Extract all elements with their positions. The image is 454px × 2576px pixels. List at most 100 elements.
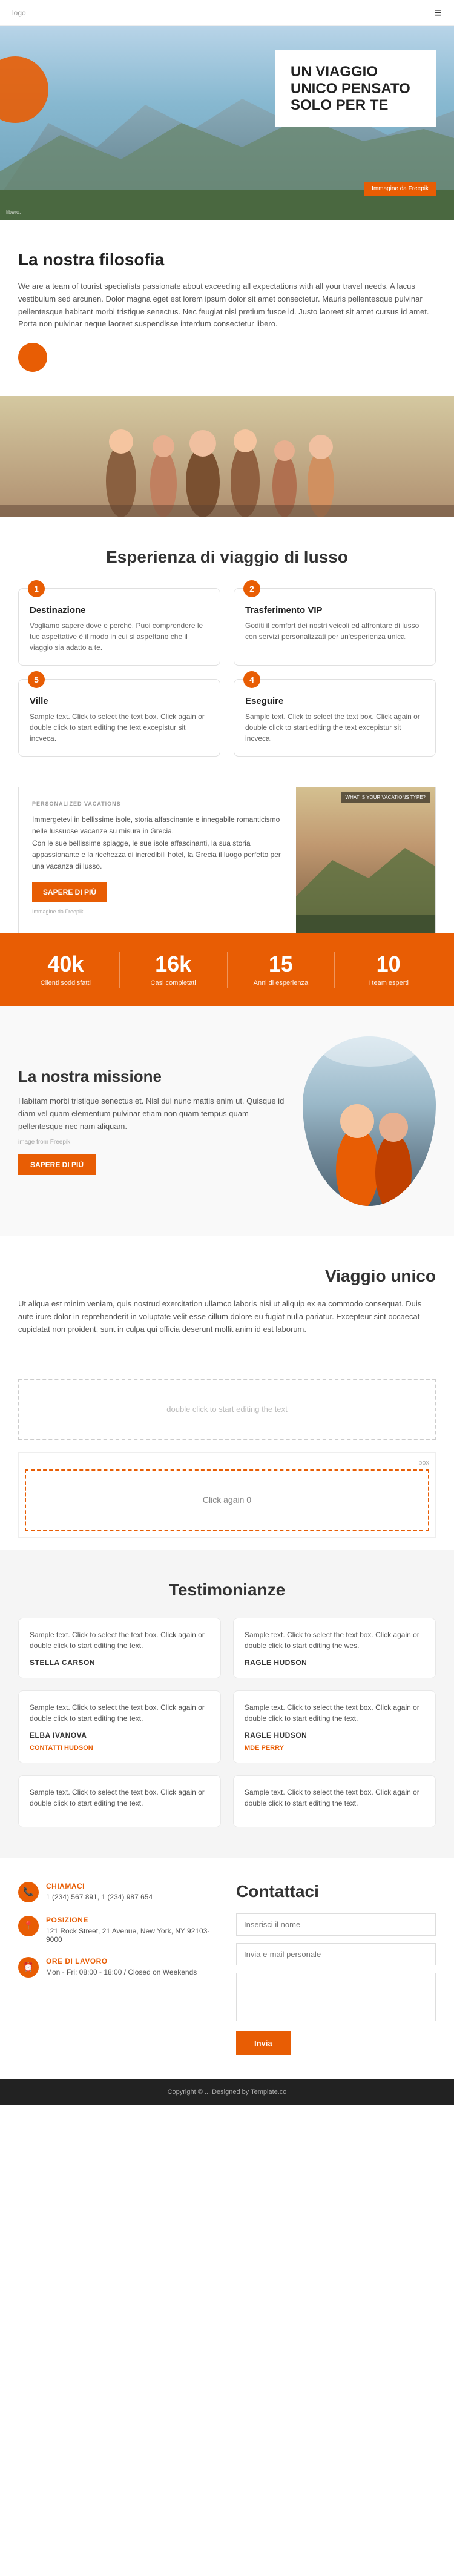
filosofia-btn-circle[interactable] bbox=[18, 343, 47, 372]
group-photo-section bbox=[0, 396, 454, 517]
pv-left-label: PERSONALIZED VACATIONS bbox=[32, 801, 283, 807]
section-mission: La nostra missione Habitam morbi tristiq… bbox=[0, 1006, 454, 1236]
contact-right: Contattaci Invia bbox=[236, 1882, 436, 2055]
contact-email-input[interactable] bbox=[236, 1943, 436, 1965]
phone-icon: 📞 bbox=[18, 1882, 39, 1902]
esperienze-heading: Esperienza di viaggio di lusso bbox=[18, 548, 436, 567]
stat-16k: 16k Casi completati bbox=[120, 952, 228, 988]
stat-40k: 40k Clienti soddisfatti bbox=[12, 952, 120, 988]
click-box-label: box bbox=[25, 1459, 429, 1466]
header: logo ≡ bbox=[0, 0, 454, 26]
contact-submit-btn[interactable]: Invia bbox=[236, 2031, 291, 2055]
card-body-1: Vogliamo sapere dove e perché. Puoi comp… bbox=[30, 620, 209, 653]
contact-location-value: 121 Rock Street, 21 Avenue, New York, NY… bbox=[46, 1927, 218, 1944]
testi-text-4: Sample text. Click to select the text bo… bbox=[30, 1787, 209, 1809]
testi-text-2: Sample text. Click to select the text bo… bbox=[30, 1702, 209, 1724]
contact-item-hours: ⏰ ORE DI LAVORO Mon - Fri: 08:00 - 18:00… bbox=[18, 1957, 218, 1978]
card-title-2: Trasferimento VIP bbox=[245, 605, 424, 615]
testi-name-2: ELBA IVANOVA bbox=[30, 1731, 209, 1740]
testi-card-0: Sample text. Click to select the text bo… bbox=[18, 1618, 221, 1678]
testi-text-1: Sample text. Click to select the text bo… bbox=[245, 1629, 424, 1651]
contact-hours-info: ORE DI LAVORO Mon - Fri: 08:00 - 18:00 /… bbox=[46, 1957, 197, 1976]
pv-right-overlay-label: WHAT IS YOUR VACATIONS TYPE? bbox=[341, 792, 430, 803]
card-destinazione: 1 Destinazione Vogliamo sapere dove e pe… bbox=[18, 588, 220, 666]
filosofia-heading: La nostra filosofia bbox=[18, 250, 436, 270]
section-contact: 📞 CHIAMACI 1 (234) 567 891, 1 (234) 987 … bbox=[0, 1858, 454, 2079]
hours-icon: ⏰ bbox=[18, 1957, 39, 1978]
stat-label-10: I team esperti bbox=[368, 979, 409, 987]
pv-btn[interactable]: SAPERE DI PIÙ bbox=[32, 882, 107, 902]
stat-number-40k: 40k bbox=[18, 952, 113, 977]
contact-form: Invia bbox=[236, 1913, 436, 2055]
stat-number-15: 15 bbox=[234, 952, 329, 977]
hero-section: UN VIAGGIO UNICO PENSATO SOLO PER TE Imm… bbox=[0, 26, 454, 220]
contact-item-phone: 📞 CHIAMACI 1 (234) 567 891, 1 (234) 987 … bbox=[18, 1882, 218, 1902]
section-viaggio: Viaggio unico Ut aliqua est minim veniam… bbox=[0, 1236, 454, 1366]
contact-location-label: POSIZIONE bbox=[46, 1916, 218, 1924]
section-testimonianze: Testimonianze Sample text. Click to sele… bbox=[0, 1550, 454, 1858]
mission-right-image bbox=[303, 1036, 436, 1206]
card-title-1: Destinazione bbox=[30, 605, 209, 615]
testi-name-1: RAGLE HUDSON bbox=[245, 1658, 424, 1667]
contact-name-input[interactable] bbox=[236, 1913, 436, 1936]
menu-icon[interactable]: ≡ bbox=[434, 5, 442, 21]
stat-15: 15 Anni di esperienza bbox=[228, 952, 335, 988]
footer-text: Copyright © ... Designed by Template.co bbox=[168, 2088, 287, 2096]
mission-heading: La nostra missione bbox=[18, 1067, 285, 1086]
contact-phone-label: CHIAMACI bbox=[46, 1882, 153, 1890]
double-click-text: double click to start editing the text bbox=[166, 1405, 287, 1414]
header-logo: logo bbox=[12, 8, 26, 17]
testi-card-4: Sample text. Click to select the text bo… bbox=[18, 1775, 221, 1827]
card-title-5: Ville bbox=[30, 696, 209, 706]
stat-number-10: 10 bbox=[341, 952, 436, 977]
hero-content-card: UN VIAGGIO UNICO PENSATO SOLO PER TE bbox=[275, 50, 436, 127]
section-filosofia: La nostra filosofia We are a team of tou… bbox=[0, 220, 454, 396]
stat-10: 10 I team esperti bbox=[335, 952, 442, 988]
testi-card-3: Sample text. Click to select the text bo… bbox=[233, 1690, 436, 1763]
testi-name-3: RAGLE HUDSON bbox=[245, 1731, 424, 1740]
stat-label-40k: Clienti soddisfatti bbox=[41, 979, 91, 987]
testi-text-0: Sample text. Click to select the text bo… bbox=[30, 1629, 209, 1651]
card-number-4: 4 bbox=[243, 671, 260, 688]
card-number-5: 5 bbox=[28, 671, 45, 688]
testi-text-5: Sample text. Click to select the text bo… bbox=[245, 1787, 424, 1809]
hero-title: UN VIAGGIO UNICO PENSATO SOLO PER TE bbox=[291, 64, 421, 114]
section-personalized: PERSONALIZED VACATIONS Immergetevi in be… bbox=[18, 787, 436, 933]
location-icon: 📍 bbox=[18, 1916, 39, 1936]
testi-link-2[interactable]: CONTATTI HUDSON bbox=[30, 1744, 209, 1752]
contact-location-info: POSIZIONE 121 Rock Street, 21 Avenue, Ne… bbox=[46, 1916, 218, 1944]
stat-number-16k: 16k bbox=[126, 952, 221, 977]
card-eseguire: 4 Eseguire Sample text. Click to select … bbox=[234, 679, 436, 757]
viaggio-heading: Viaggio unico bbox=[18, 1266, 436, 1286]
viaggio-body: Ut aliqua est minim veniam, quis nostrud… bbox=[18, 1298, 436, 1336]
mission-body: Habitam morbi tristique senectus et. Nis… bbox=[18, 1095, 285, 1133]
contact-left: 📞 CHIAMACI 1 (234) 567 891, 1 (234) 987 … bbox=[18, 1882, 218, 2055]
pv-credit: Immagine da Freepik bbox=[32, 909, 283, 915]
card-body-5: Sample text. Click to select the text bo… bbox=[30, 711, 209, 744]
stat-label-16k: Casi completati bbox=[151, 979, 196, 987]
mission-left: La nostra missione Habitam morbi tristiq… bbox=[18, 1067, 285, 1175]
contact-hours-label: ORE DI LAVORO bbox=[46, 1957, 197, 1965]
contact-message-input[interactable] bbox=[236, 1973, 436, 2021]
pv-right: WHAT IS YOUR VACATIONS TYPE? bbox=[296, 787, 435, 933]
testi-link-3[interactable]: MDE PERRY bbox=[245, 1744, 424, 1752]
contact-phone-value: 1 (234) 567 891, 1 (234) 987 654 bbox=[46, 1893, 153, 1901]
section-esperienze: Esperienza di viaggio di lusso 1 Destina… bbox=[0, 517, 454, 787]
card-title-4: Eseguire bbox=[245, 696, 424, 706]
click-again-text: Click again 0 bbox=[203, 1495, 251, 1505]
testi-text-3: Sample text. Click to select the text bo… bbox=[245, 1702, 424, 1724]
testimonianze-grid: Sample text. Click to select the text bo… bbox=[18, 1618, 436, 1827]
filosofia-body: We are a team of tourist specialists pas… bbox=[18, 280, 436, 331]
testi-card-1: Sample text. Click to select the text bo… bbox=[233, 1618, 436, 1678]
testimonianze-heading: Testimonianze bbox=[18, 1580, 436, 1600]
click-again-section: box Click again 0 bbox=[18, 1452, 436, 1538]
hero-credit: libero. bbox=[6, 209, 21, 215]
contact-phone-info: CHIAMACI 1 (234) 567 891, 1 (234) 987 65… bbox=[46, 1882, 153, 1901]
double-click-box[interactable]: double click to start editing the text bbox=[18, 1379, 436, 1440]
section-stats: 40k Clienti soddisfatti 16k Casi complet… bbox=[0, 933, 454, 1006]
mission-credit: image from Freepik bbox=[18, 1139, 285, 1145]
mission-btn[interactable]: SAPERE DI PIÙ bbox=[18, 1154, 96, 1175]
testi-card-2: Sample text. Click to select the text bo… bbox=[18, 1690, 221, 1763]
click-box-content[interactable]: Click again 0 bbox=[25, 1469, 429, 1531]
esperienze-cards-grid: 1 Destinazione Vogliamo sapere dove e pe… bbox=[18, 588, 436, 757]
